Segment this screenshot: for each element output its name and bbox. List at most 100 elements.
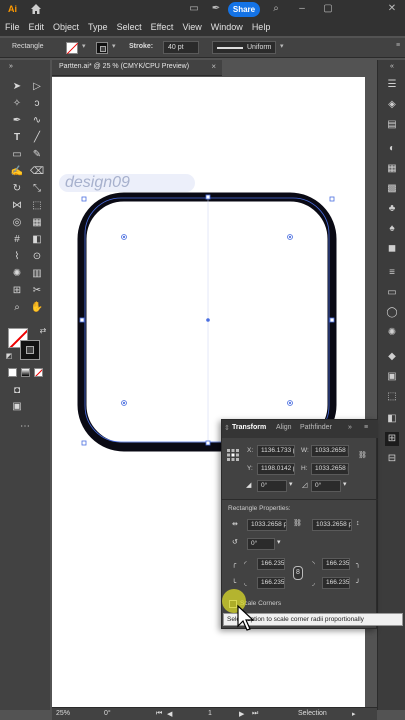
menu-type[interactable]: Type xyxy=(83,20,112,34)
close-icon[interactable]: ✕ xyxy=(386,3,398,15)
free-transform-tool-icon[interactable]: ⬚ xyxy=(30,199,44,213)
width-tool-icon[interactable]: ⋈ xyxy=(10,199,24,213)
hand-tool-icon[interactable]: ✋ xyxy=(30,301,44,315)
menu-select[interactable]: Select xyxy=(112,20,146,34)
asset-export-icon[interactable]: ⬚ xyxy=(385,390,399,404)
collapse-panels-icon[interactable]: « xyxy=(385,60,399,74)
menu-object[interactable]: Object xyxy=(48,20,83,34)
gradient-mode-icon[interactable] xyxy=(21,368,30,377)
stroke-dropdown-icon[interactable]: ▾ xyxy=(112,42,116,50)
artboard-number[interactable]: 1 xyxy=(208,710,212,717)
reference-point-icon[interactable] xyxy=(226,448,240,462)
stroke-color-box[interactable] xyxy=(20,340,40,360)
menu-file[interactable]: File xyxy=(0,20,24,34)
menu-effect[interactable]: Effect xyxy=(146,20,178,34)
pen-nib-icon[interactable]: ✒ xyxy=(210,3,222,15)
direct-selection-tool-icon[interactable]: ▷ xyxy=(30,80,44,94)
shape-builder-tool-icon[interactable]: ◎ xyxy=(10,216,24,230)
zoom-level[interactable]: 25% xyxy=(56,710,70,717)
perspective-grid-tool-icon[interactable]: ▦ xyxy=(30,216,44,230)
corner-type-tr-icon[interactable]: ╮ xyxy=(356,560,360,568)
shear-dropdown-icon[interactable]: ▾ xyxy=(343,480,347,488)
libraries-icon[interactable]: ▤ xyxy=(385,118,399,132)
arrange-icon[interactable]: ▭ xyxy=(188,3,200,15)
fill-dropdown-icon[interactable]: ▾ xyxy=(82,42,86,50)
scale-tool-icon[interactable]: ⤡ xyxy=(30,182,44,196)
menu-view[interactable]: View xyxy=(177,20,205,34)
tab-pathfinder[interactable]: Pathfinder xyxy=(300,424,332,431)
rotation-view[interactable]: 0° xyxy=(104,710,111,717)
corner-radius-bl-field[interactable]: 166.235 xyxy=(257,577,285,589)
last-artboard-icon[interactable]: ⏭ xyxy=(252,710,258,718)
stroke-weight-field[interactable]: 40 pt xyxy=(163,41,199,54)
panel-menu-icon[interactable]: ≡ xyxy=(364,424,368,431)
pathfinder-icon[interactable]: ◧ xyxy=(385,412,399,426)
panel-collapse-icon[interactable]: ⇕ xyxy=(224,424,230,432)
stroke-swatch[interactable] xyxy=(96,42,108,54)
shaper-tool-icon[interactable]: ✍ xyxy=(10,165,24,179)
transform-panel-icon[interactable]: ⊞ xyxy=(385,432,399,446)
maximize-icon[interactable]: ▢ xyxy=(322,3,334,15)
eraser-tool-icon[interactable]: ⌫ xyxy=(30,165,44,179)
layers-stack-icon[interactable]: ◆ xyxy=(385,350,399,364)
none-mode-icon[interactable] xyxy=(34,368,43,377)
transparency-icon[interactable]: ◯ xyxy=(385,306,399,320)
shear-field[interactable]: 0° xyxy=(311,480,341,492)
paintbrush-tool-icon[interactable]: ✎ xyxy=(30,148,44,162)
color-icon[interactable]: ◐ xyxy=(385,142,399,156)
artboards-icon[interactable]: ▣ xyxy=(385,370,399,384)
draw-mode-icon[interactable]: ◘ xyxy=(10,384,24,398)
properties-icon[interactable]: ☰ xyxy=(385,78,399,92)
link-corner-radius-icon[interactable]: 8 xyxy=(293,566,303,580)
rotate-field[interactable]: 0° xyxy=(257,480,287,492)
tab-close-icon[interactable]: × xyxy=(211,62,216,71)
menu-help[interactable]: Help xyxy=(247,20,275,34)
gradient-panel-icon[interactable]: ▭ xyxy=(385,286,399,300)
menu-edit[interactable]: Edit xyxy=(24,20,49,34)
selection-tool-icon[interactable]: ➤ xyxy=(10,80,24,94)
corner-type-bl-icon[interactable]: ╰ xyxy=(232,579,236,587)
eyedropper-tool-icon[interactable]: ⌇ xyxy=(10,250,24,264)
x-field[interactable]: 1136.1733 p xyxy=(257,445,295,457)
graphic-styles-icon[interactable]: ◼ xyxy=(385,242,399,256)
rect-width-field[interactable]: 1033.2658 p xyxy=(247,519,287,531)
next-artboard-icon[interactable]: ▶ xyxy=(239,710,244,718)
corner-radius-tl-field[interactable]: 166.235 xyxy=(257,558,285,570)
corner-radius-tr-field[interactable]: 166.235 xyxy=(322,558,350,570)
home-icon[interactable] xyxy=(30,3,42,15)
rect-rotate-field[interactable]: 0° xyxy=(247,538,275,550)
rectangle-tool-icon[interactable]: ▭ xyxy=(10,148,24,162)
rect-height-field[interactable]: 1033.2658 p xyxy=(312,519,352,531)
profile-dropdown-icon[interactable]: ▾ xyxy=(280,42,284,50)
variable-width-profile[interactable]: Uniform xyxy=(212,41,276,54)
gradient-tool-icon[interactable]: ◧ xyxy=(30,233,44,247)
slice-tool-icon[interactable]: ✂ xyxy=(30,284,44,298)
artboard-tool-icon[interactable]: ⊞ xyxy=(10,284,24,298)
zoom-tool-icon[interactable]: ⌕ xyxy=(10,301,24,315)
layers-icon[interactable]: ◈ xyxy=(385,98,399,112)
first-artboard-icon[interactable]: ⏮ xyxy=(156,710,162,718)
collapse-icon[interactable]: » xyxy=(4,60,18,74)
graph-tool-icon[interactable]: ▥ xyxy=(30,267,44,281)
rect-link-icon[interactable]: ⛓ xyxy=(293,519,302,527)
pen-tool-icon[interactable]: ✒ xyxy=(10,114,24,128)
line-tool-icon[interactable]: ╱ xyxy=(30,131,44,145)
search-icon[interactable]: ⌕ xyxy=(270,3,282,15)
corner-type-tl-icon[interactable]: ╭ xyxy=(232,560,236,568)
rect-rotate-dropdown-icon[interactable]: ▾ xyxy=(277,538,281,546)
lasso-tool-icon[interactable]: ↄ xyxy=(30,97,44,111)
color-mode-icon[interactable] xyxy=(8,368,17,377)
fill-swatch[interactable] xyxy=(66,42,78,54)
status-menu-icon[interactable]: ▸ xyxy=(352,710,356,718)
minimize-icon[interactable]: – xyxy=(296,3,308,15)
curvature-tool-icon[interactable]: ∿ xyxy=(30,114,44,128)
more-controls-icon[interactable]: ≡ xyxy=(396,42,400,49)
color-guide-icon[interactable]: ▦ xyxy=(385,162,399,176)
edit-toolbar-icon[interactable]: ⋯ xyxy=(18,420,32,434)
blend-tool-icon[interactable]: ⊙ xyxy=(30,250,44,264)
mesh-tool-icon[interactable]: # xyxy=(10,233,24,247)
tab-transform[interactable]: Transform xyxy=(232,424,266,431)
magic-wand-icon[interactable]: ✧ xyxy=(10,97,24,111)
screen-mode-icon[interactable]: ▣ xyxy=(10,400,24,414)
brushes-icon[interactable]: ♣ xyxy=(385,202,399,216)
